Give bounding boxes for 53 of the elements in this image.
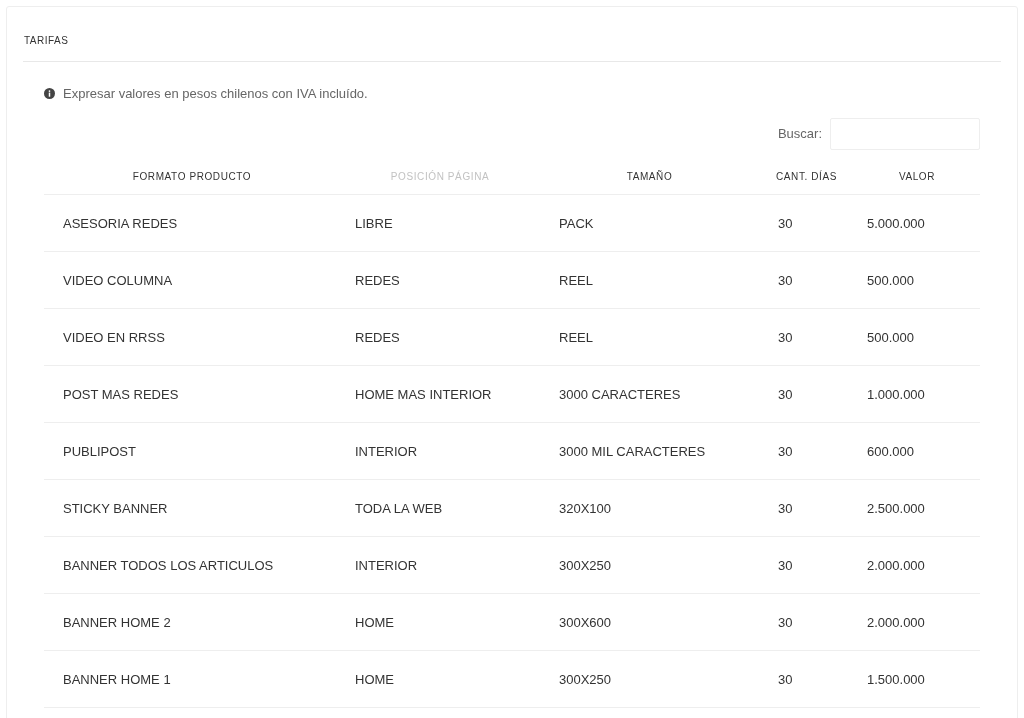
table-cell: REEL [559, 272, 593, 288]
table-cell: REEL [559, 329, 593, 345]
table-cell: 30 [778, 443, 793, 459]
table-cell: STICKY BANNER [63, 500, 168, 516]
table-cell: BANNER HOME 2 [63, 614, 171, 630]
table-cell: HOME [355, 614, 394, 630]
table-cell: PACK [559, 215, 594, 231]
table-cell: 600.000 [867, 443, 914, 459]
table-cell: 5.000.000 [867, 215, 925, 231]
table-cell: VIDEO COLUMNA [63, 272, 173, 288]
table-cell: HOME MAS INTERIOR [355, 386, 492, 402]
table-cell: TODA LA WEB [355, 500, 443, 516]
table-cell: REDES [355, 329, 400, 345]
column-header[interactable]: VALOR [898, 168, 936, 184]
table-cell: 3000 CARACTERES [559, 386, 681, 402]
info-icon [44, 88, 55, 100]
search-label: Buscar: [777, 124, 822, 143]
table-cell: INTERIOR [355, 443, 418, 459]
table-cell: 30 [778, 614, 793, 630]
table-cell: 1.000.000 [867, 386, 925, 402]
table-cell: BANNER TODOS LOS ARTICULOS [63, 557, 274, 573]
column-header[interactable]: CANT. DÍAS [776, 168, 837, 184]
column-header[interactable]: FORMATO PRODUCTO [132, 168, 252, 184]
table-cell: REDES [355, 272, 400, 288]
table-cell: LIBRE [355, 215, 393, 231]
table-cell: 30 [778, 272, 793, 288]
table-cell: 30 [778, 557, 793, 573]
table-cell: 500.000 [867, 272, 914, 288]
table-cell: 300X600 [559, 614, 612, 630]
notice-text: Expresar valores en pesos chilenos con IVA incluído. [63, 85, 368, 103]
table-cell: HOME [355, 671, 394, 687]
table-cell: INTERIOR [355, 557, 418, 573]
table-cell: 30 [778, 329, 793, 345]
table-cell: 1.500.000 [867, 671, 925, 687]
table-cell: 2.000.000 [867, 557, 925, 573]
table-cell: 320X100 [559, 500, 612, 516]
table-cell: ASESORIA REDES [63, 215, 178, 231]
table-cell: 2.500.000 [867, 500, 925, 516]
table-cell: 300X250 [559, 671, 612, 687]
table-cell: 30 [778, 215, 793, 231]
table-cell: 30 [778, 386, 793, 402]
table-cell: 2.000.000 [867, 614, 925, 630]
table-cell: 30 [778, 671, 793, 687]
table-cell: 3000 MIL CARACTERES [559, 443, 706, 459]
table-cell: 30 [778, 500, 793, 516]
table-cell: 300X250 [559, 557, 612, 573]
table-cell: 500.000 [867, 329, 914, 345]
panel-title: TARIFAS [24, 35, 69, 46]
table-cell: POST MAS REDES [63, 386, 179, 402]
table-cell: PUBLIPOST [63, 443, 136, 459]
table-cell: BANNER HOME 1 [63, 671, 171, 687]
column-header[interactable]: TAMAÑO [626, 168, 673, 184]
table-cell: VIDEO EN RRSS [63, 329, 165, 345]
